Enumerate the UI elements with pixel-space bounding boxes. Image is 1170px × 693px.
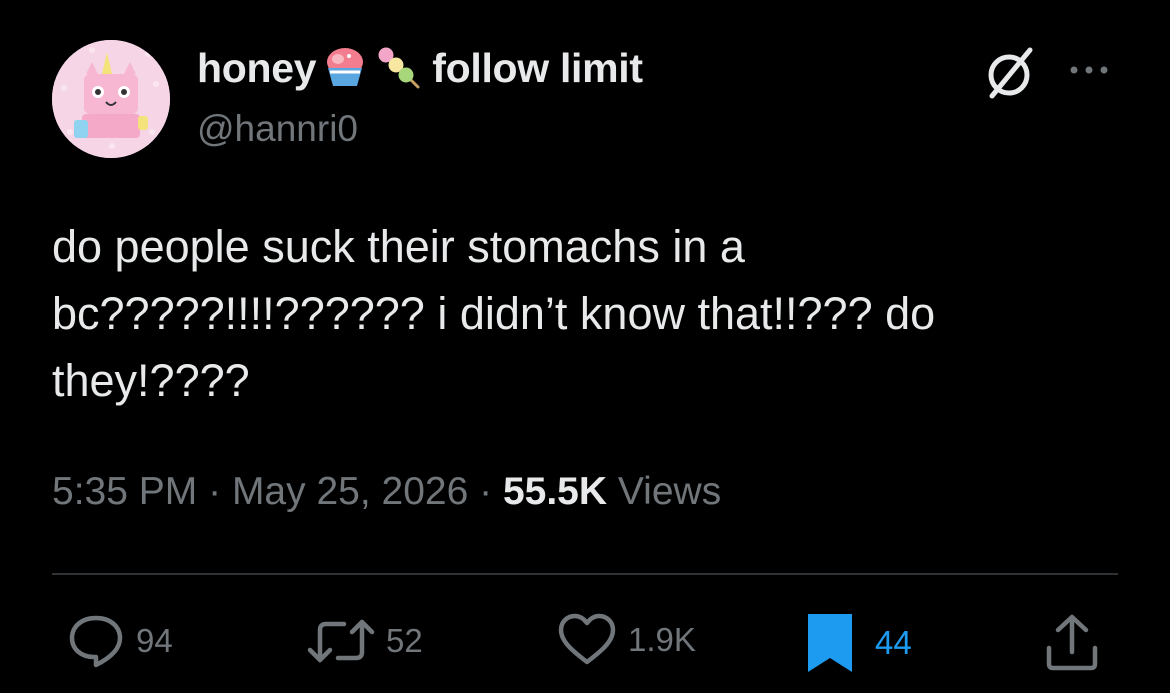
heart-icon (558, 613, 616, 665)
tweet-text-line: do people suck their stomachs in a (52, 221, 745, 272)
tweet-meta: 5:35 PM · May 25, 2026 · 55.5K Views (52, 470, 721, 514)
avatar[interactable] (52, 40, 170, 158)
like-count: 1.9K (628, 621, 696, 658)
author-bio-suffix: follow limit (432, 44, 643, 91)
tweet-text-line: bc?????!!!!?????? i didn’t know that!!??… (52, 288, 936, 339)
author-handle[interactable]: @hannri0 (197, 108, 358, 150)
author-name-row[interactable]: honey follow limit (197, 42, 643, 94)
tweet-time[interactable]: 5:35 PM (52, 470, 197, 513)
divider (52, 573, 1118, 575)
share-button[interactable] (1044, 612, 1100, 672)
bookmark-icon (808, 614, 852, 672)
meta-separator: · (208, 470, 222, 513)
shaved-ice-emoji-icon (327, 48, 364, 86)
empty-set-icon[interactable] (980, 44, 1038, 102)
repost-icon (307, 619, 375, 663)
dango-emoji-icon (378, 47, 420, 89)
author-display-name[interactable]: honey (197, 45, 317, 92)
views-label: Views (617, 470, 722, 513)
meta-separator: · (479, 470, 493, 513)
tweet-date[interactable]: May 25, 2026 (232, 470, 468, 513)
tweet-text: do people suck their stomachs in a bc???… (52, 213, 1112, 414)
reply-count: 94 (136, 622, 173, 659)
bookmark-count: 44 (875, 624, 912, 661)
repost-count: 52 (386, 622, 423, 659)
views-count[interactable]: 55.5K (503, 470, 607, 513)
tweet-text-line: they!???? (52, 355, 250, 406)
repost-button[interactable]: 52 (306, 612, 423, 670)
bookmark-button[interactable]: 44 (805, 612, 912, 674)
unikitty-avatar-icon (52, 40, 170, 158)
reply-button[interactable]: 94 (66, 612, 173, 670)
share-icon (1046, 614, 1098, 671)
more-icon[interactable] (1064, 60, 1114, 80)
reply-icon (69, 615, 123, 668)
tweet-actions: 94 52 1.9K 44 (0, 612, 1170, 682)
like-button[interactable]: 1.9K (556, 612, 696, 668)
